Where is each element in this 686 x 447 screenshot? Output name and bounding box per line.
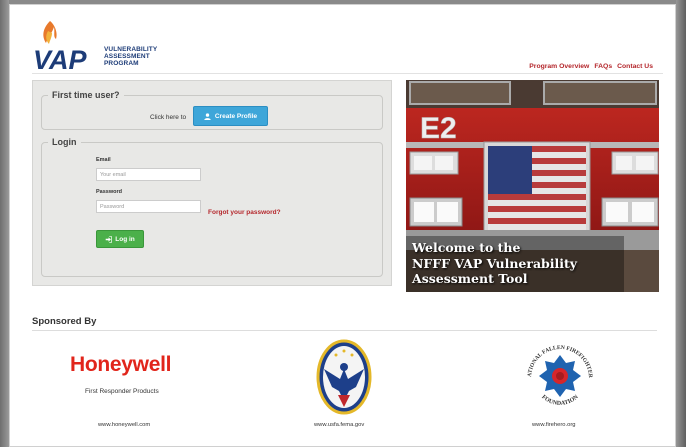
password-label: Password bbox=[96, 189, 122, 195]
honeywell-link[interactable]: www.honeywell.com bbox=[98, 422, 150, 428]
password-field[interactable]: Password bbox=[96, 200, 201, 213]
create-profile-label: Create Profile bbox=[214, 112, 258, 120]
nav-program-overview[interactable]: Program Overview bbox=[529, 63, 589, 70]
usfa-fema-link[interactable]: www.usfa.fema.gov bbox=[314, 422, 364, 428]
window-shadow-left bbox=[0, 0, 9, 447]
hero-caption: Welcome to the NFFF VAP Vulnerability As… bbox=[412, 240, 622, 287]
usfa-fema-logo[interactable] bbox=[316, 339, 372, 415]
click-here-text: Click here to bbox=[150, 114, 187, 121]
logo-text: VULNERABILITY ASSESSMENT PROGRAM bbox=[104, 46, 157, 67]
sponsored-divider bbox=[32, 330, 657, 331]
create-profile-button[interactable]: Create Profile bbox=[193, 106, 268, 126]
hero-caption-line1: Welcome to the bbox=[412, 240, 521, 255]
firehero-link[interactable]: www.firehero.org bbox=[532, 422, 576, 428]
hero-caption-line3: Assessment Tool bbox=[412, 271, 528, 286]
hero-caption-line2: NFFF VAP Vulnerability bbox=[412, 255, 578, 271]
logo-letters: VAP bbox=[33, 45, 88, 75]
login-legend: Login bbox=[52, 137, 77, 147]
logo-text-line1: VULNERABILITY bbox=[104, 46, 158, 53]
nav-contact-us[interactable]: Contact Us bbox=[617, 63, 653, 70]
window-shadow-right bbox=[676, 0, 686, 447]
hero-image: E2 Welcome to the NFFF VAP Vulnerability… bbox=[406, 80, 659, 292]
sign-in-icon bbox=[105, 235, 113, 243]
truck-number: E2 bbox=[420, 112, 457, 145]
logo-text-line2: ASSESSMENT bbox=[104, 53, 150, 60]
login-button[interactable]: Log in bbox=[96, 230, 144, 248]
nav-faqs[interactable]: FAQs bbox=[594, 63, 612, 70]
header-divider bbox=[32, 73, 663, 74]
email-field[interactable]: Your email bbox=[96, 168, 201, 181]
honeywell-tagline: First Responder Products bbox=[85, 388, 159, 395]
user-icon bbox=[204, 112, 211, 120]
login-section: Login Email Your email Password Password… bbox=[41, 137, 383, 277]
honeywell-logo[interactable]: Honeywell bbox=[70, 353, 171, 377]
logo-text-line3: PROGRAM bbox=[104, 60, 139, 67]
nfff-logo[interactable]: NATIONAL FALLEN FIREFIGHTERS FOUNDATION bbox=[521, 339, 599, 417]
page: VAP VULNERABILITY ASSESSMENT PROGRAM Pro… bbox=[9, 4, 676, 447]
top-nav: Program Overview FAQs Contact Us bbox=[529, 63, 653, 70]
email-label: Email bbox=[96, 157, 111, 163]
first-time-legend: First time user? bbox=[52, 90, 120, 100]
auth-panel: First time user? Click here to Create Pr… bbox=[32, 80, 392, 286]
sponsored-heading: Sponsored By bbox=[32, 316, 97, 327]
forgot-password-link[interactable]: Forgot your password? bbox=[208, 209, 281, 216]
first-time-user-section: First time user? Click here to Create Pr… bbox=[41, 90, 383, 130]
login-button-label: Log in bbox=[115, 235, 135, 243]
